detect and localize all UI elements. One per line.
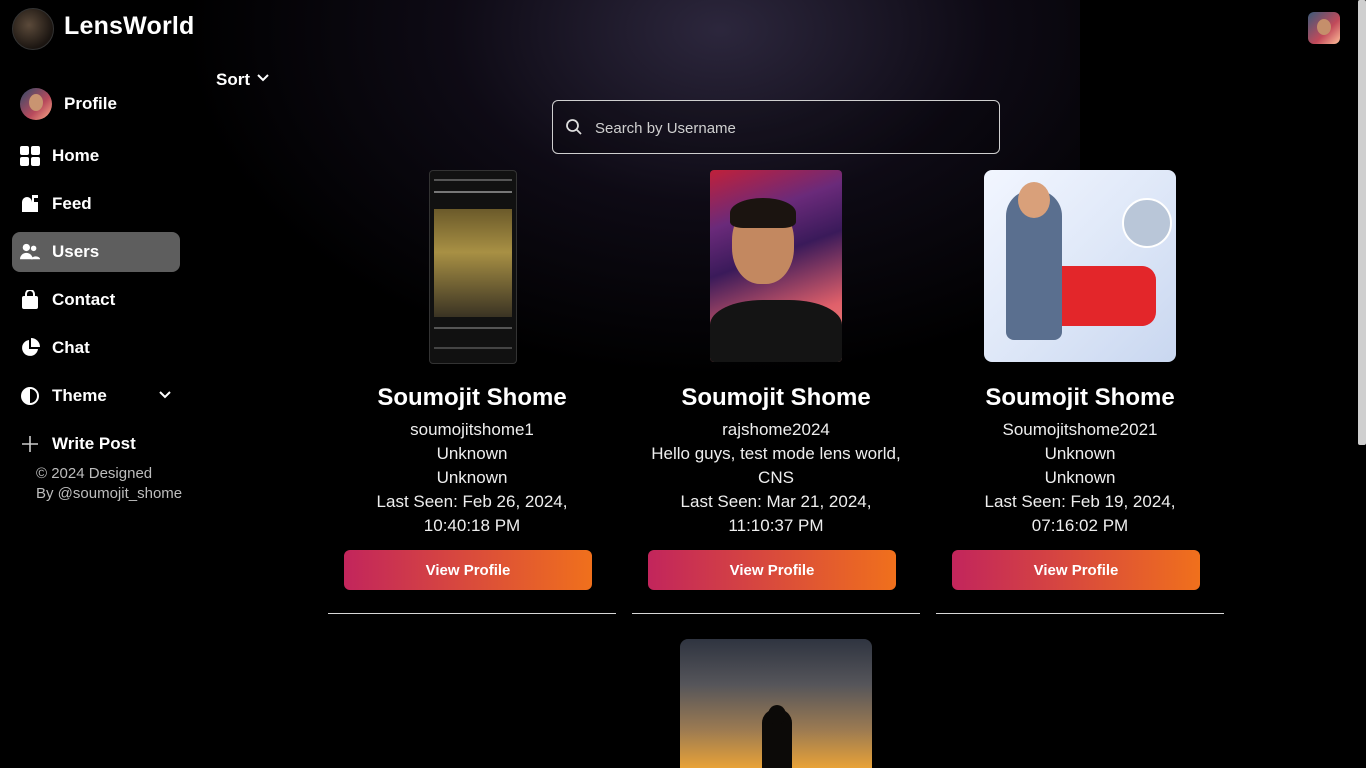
photo-silhouette-head	[768, 705, 786, 725]
sidebar-item-label: Theme	[52, 386, 107, 405]
sidebar-item-label: Write Post	[52, 434, 136, 453]
user-card: Soumojit Shome Soumojitshome2021 Unknown…	[936, 170, 1224, 614]
user-last-seen: Last Seen: Feb 19, 2024, 07:16:02 PM	[984, 492, 1176, 535]
sidebar-item-write-post[interactable]: Write Post	[12, 424, 180, 464]
user-card: Soumojit Shome rajshome2024 Hello guys, …	[632, 170, 920, 614]
profile-avatar	[20, 88, 52, 120]
user-info: soumojitshome1 Unknown Unknown Last Seen…	[342, 418, 602, 538]
app-logo[interactable]	[12, 8, 54, 50]
mailbox-icon	[20, 194, 40, 214]
search-box	[552, 100, 1000, 155]
user-username: soumojitshome1	[410, 420, 534, 439]
user-avatar[interactable]	[1308, 12, 1340, 44]
user-photo[interactable]	[984, 170, 1176, 362]
sidebar-item-feed[interactable]: Feed	[12, 184, 180, 224]
sidebar-item-users[interactable]: Users	[12, 232, 180, 272]
card-divider	[328, 613, 616, 614]
photo-hair	[730, 198, 796, 228]
card-divider	[936, 613, 1224, 614]
search-input[interactable]	[593, 101, 987, 155]
photo-circle-avatar	[1122, 198, 1172, 248]
phone-header-bar	[434, 191, 512, 193]
copyright-line: By @soumojit_shome	[36, 485, 183, 502]
user-card: Soumojit Shome soumojitshome1 Unknown Un…	[328, 170, 616, 614]
user-location: Unknown	[1044, 468, 1116, 487]
chevron-down-icon[interactable]	[158, 388, 172, 407]
phone-status-bar	[434, 179, 512, 181]
sort-dropdown[interactable]: Sort	[216, 70, 270, 90]
user-last-seen: Last Seen: Feb 26, 2024, 10:40:18 PM	[376, 492, 568, 535]
sidebar-item-label: Profile	[64, 94, 117, 113]
view-profile-button[interactable]: View Profile	[344, 550, 592, 590]
phone-nav-bar	[434, 347, 512, 349]
phone-screen-image	[434, 209, 512, 317]
photo-shirt	[710, 300, 842, 362]
copyright-line: © 2024 Designed	[36, 465, 153, 482]
pie-icon	[20, 338, 40, 358]
user-name: Soumojit Shome	[985, 384, 1175, 411]
user-info: rajshome2024 Hello guys, test mode lens …	[646, 418, 906, 538]
user-name: Soumojit Shome	[377, 384, 567, 411]
copyright: © 2024 Designed By @soumojit_shome	[36, 464, 182, 504]
sidebar-item-label: Users	[52, 242, 100, 261]
user-bio: Unknown	[1044, 444, 1116, 463]
sidebar-item-theme[interactable]: Theme	[12, 376, 180, 416]
grid-icon	[20, 146, 40, 166]
bag-icon	[20, 290, 40, 310]
user-location: CNS	[758, 468, 794, 487]
user-bio: Hello guys, test mode lens world,	[651, 444, 901, 463]
sidebar-item-home[interactable]: Home	[12, 136, 180, 176]
user-location: Unknown	[436, 468, 508, 487]
sidebar-item-label: Feed	[52, 194, 92, 213]
sidebar: Profile Home Feed Users Contact Chat The…	[0, 56, 192, 768]
view-profile-button[interactable]: View Profile	[952, 550, 1200, 590]
plus-icon	[20, 434, 40, 454]
user-photo[interactable]	[680, 639, 872, 768]
top-bar: LensWorld	[0, 0, 1366, 56]
sidebar-item-profile[interactable]: Profile	[12, 84, 180, 124]
sidebar-item-label: Chat	[52, 338, 90, 357]
phone-caption-bar	[434, 327, 512, 329]
sidebar-item-contact[interactable]: Contact	[12, 280, 180, 320]
users-icon	[20, 242, 40, 262]
half-circle-icon	[20, 386, 40, 406]
app-title[interactable]: LensWorld	[64, 12, 195, 41]
sort-label: Sort	[216, 70, 250, 89]
user-username: Soumojitshome2021	[1002, 420, 1158, 439]
user-last-seen: Last Seen: Mar 21, 2024, 11:10:37 PM	[680, 492, 872, 535]
scrollbar[interactable]	[1358, 0, 1366, 445]
user-username: rajshome2024	[722, 420, 830, 439]
user-name: Soumojit Shome	[681, 384, 871, 411]
sidebar-item-chat[interactable]: Chat	[12, 328, 180, 368]
view-profile-button[interactable]: View Profile	[648, 550, 896, 590]
user-photo[interactable]	[710, 170, 842, 362]
sidebar-item-label: Contact	[52, 290, 116, 309]
photo-head	[1018, 182, 1050, 218]
card-divider	[632, 613, 920, 614]
sidebar-item-label: Home	[52, 146, 100, 165]
user-info: Soumojitshome2021 Unknown Unknown Last S…	[950, 418, 1210, 538]
user-photo[interactable]	[429, 170, 517, 364]
search-icon	[565, 118, 583, 141]
chevron-down-icon	[256, 70, 270, 90]
user-bio: Unknown	[436, 444, 508, 463]
